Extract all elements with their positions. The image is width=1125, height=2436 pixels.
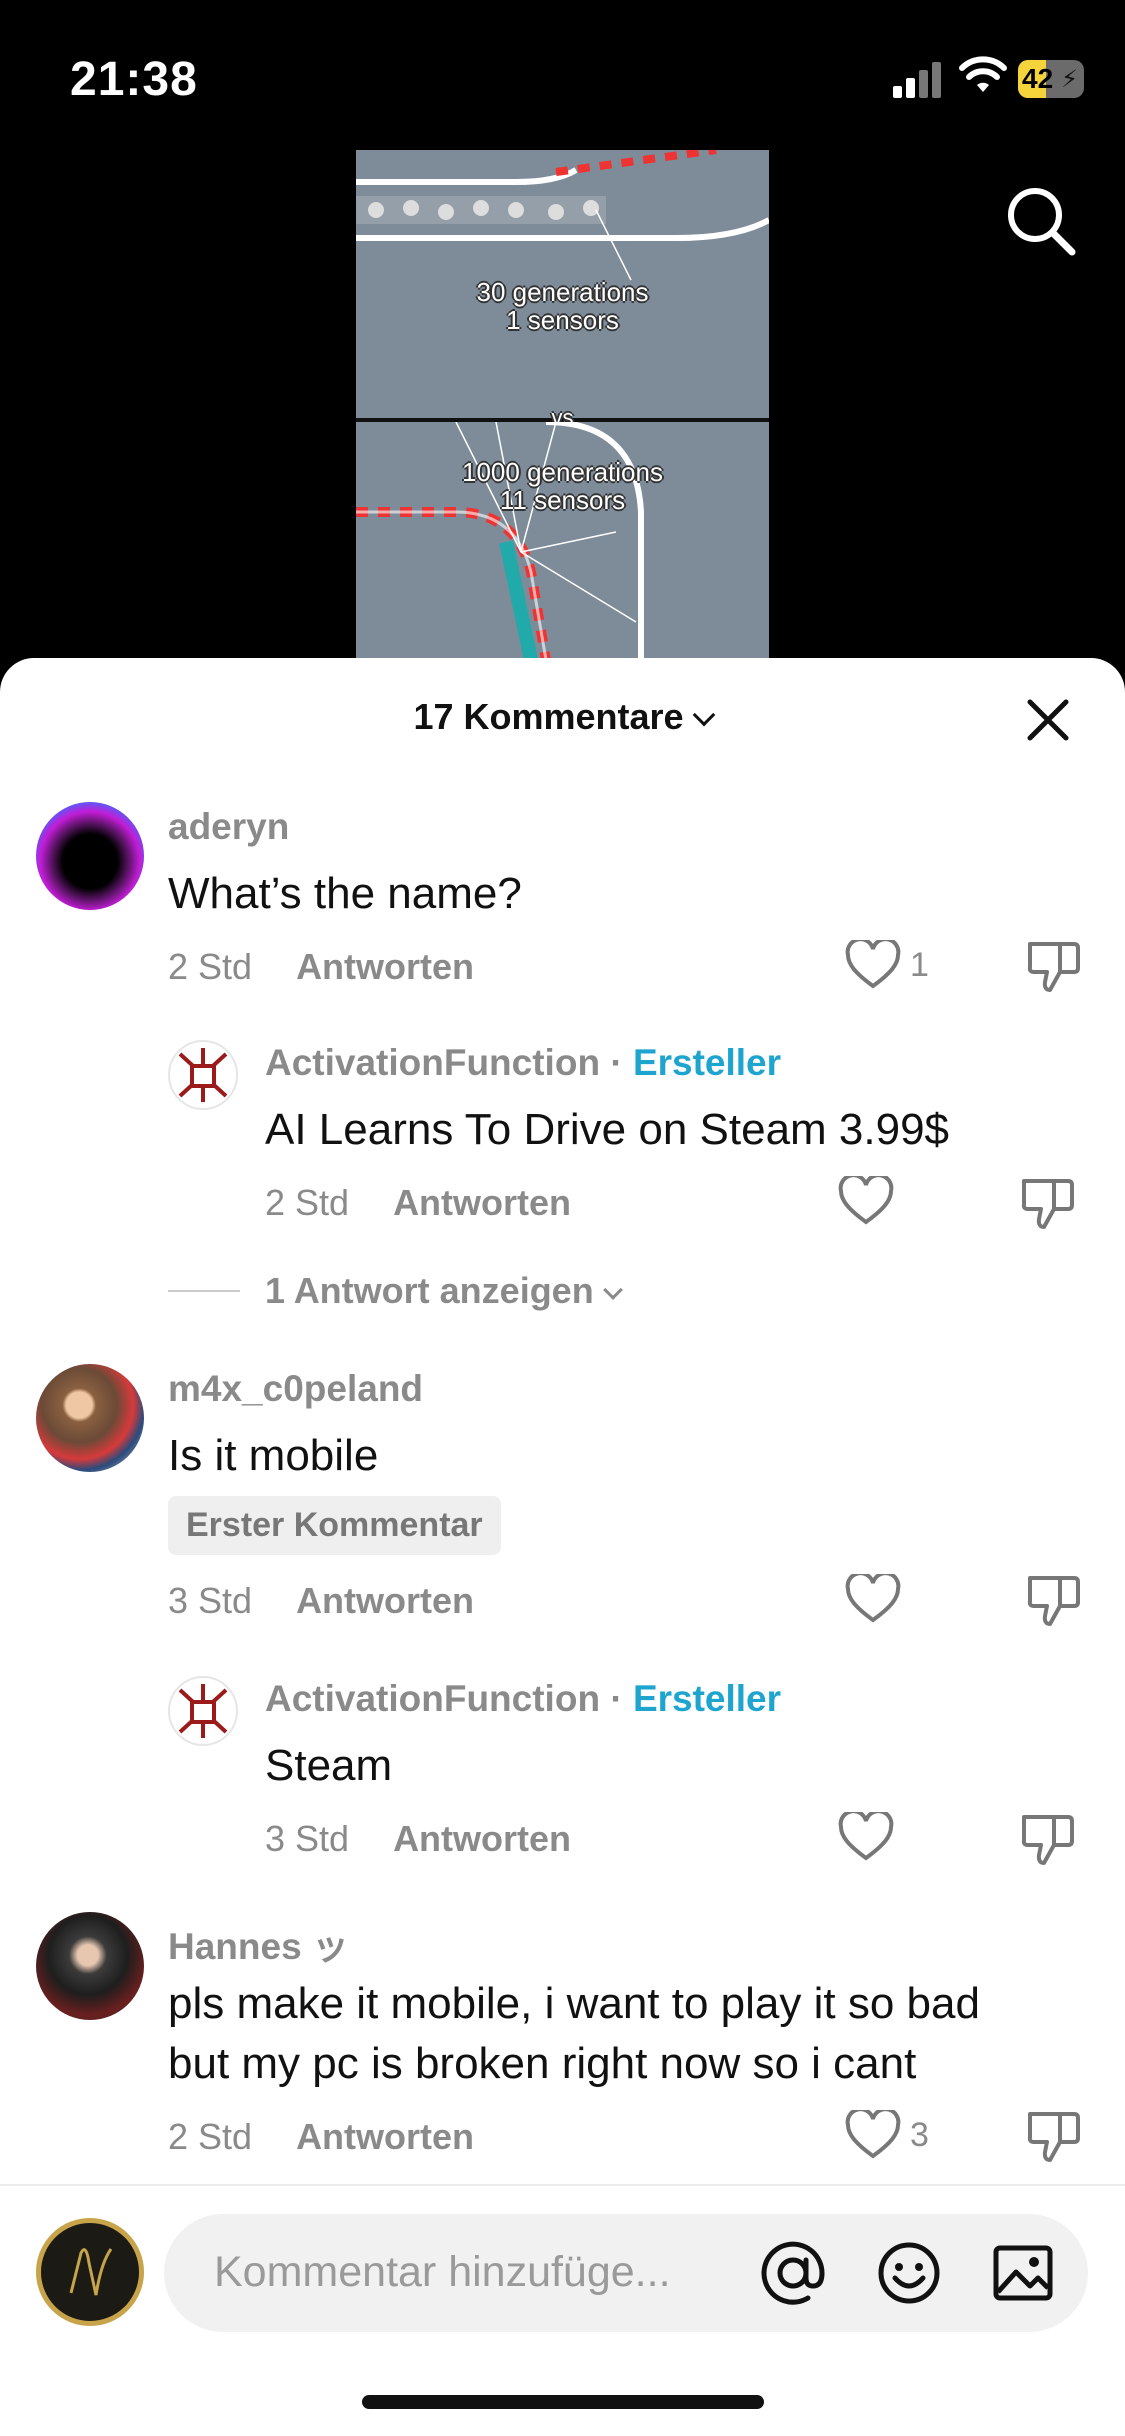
bottom-label-generations: 1000 generations [462, 457, 663, 487]
video-bottom-half: 1000 generations 11 sensors [356, 419, 769, 660]
reply-button[interactable]: Antworten [296, 2116, 474, 2157]
show-replies-text: 1 Antwort anzeigen [265, 1270, 594, 1311]
comment-time: 2 Std [168, 2116, 253, 2157]
comment-time: 3 Std [168, 1580, 253, 1621]
comment-meta: 2 Std Antworten [168, 2116, 474, 2158]
comment-time: 2 Std [265, 1182, 350, 1223]
dislike-icon[interactable] [1026, 938, 1082, 994]
first-comment-badge: Erster Kommentar [168, 1496, 501, 1555]
video-top-half: 30 generations 1 sensors [356, 150, 769, 418]
image-icon[interactable] [990, 2240, 1056, 2306]
comments-title: 17 Kommentare [413, 696, 684, 737]
top-label-generations: 30 generations [476, 277, 649, 307]
comment-input-placeholder: Kommentar hinzufüge... [214, 2248, 671, 2296]
robot-logo-icon [178, 1684, 228, 1738]
comment-text: AI Learns To Drive on Steam 3.99$ [265, 1105, 950, 1154]
comment-meta: 2 Std Antworten [168, 946, 474, 988]
dislike-icon[interactable] [1020, 1811, 1076, 1867]
heart-icon[interactable] [838, 1176, 894, 1226]
comment-text: What’s the name? [168, 869, 522, 918]
comment-text-line1: pls make it mobile, i want to play it so… [168, 1979, 980, 2028]
avatar[interactable] [168, 1040, 238, 1110]
dislike-icon[interactable] [1020, 1175, 1076, 1231]
reply-button[interactable]: Antworten [296, 946, 474, 987]
reply-button[interactable]: Antworten [393, 1818, 571, 1859]
heart-icon[interactable] [838, 1812, 894, 1862]
top-label-sensors: 1 sensors [506, 305, 619, 335]
chevron-down-icon [692, 703, 715, 727]
comment-text-line2: but my pc is broken right now so i cant [168, 2039, 917, 2088]
comments-count-header[interactable]: 17 Kommentare [0, 696, 1125, 738]
comment-time: 2 Std [168, 946, 253, 987]
comment-username[interactable]: ActivationFunction · Ersteller [265, 1042, 781, 1084]
creator-badge: Ersteller [632, 1678, 782, 1719]
emoji-icon[interactable] [876, 2240, 942, 2306]
close-icon[interactable] [1024, 696, 1072, 744]
separator: · [610, 1678, 623, 1719]
comment-text: Is it mobile [168, 1431, 379, 1480]
search-icon[interactable] [1002, 182, 1078, 258]
comment-time: 3 Std [265, 1818, 350, 1859]
home-indicator[interactable] [362, 2395, 764, 2409]
reply-button[interactable]: Antworten [393, 1182, 571, 1223]
dislike-icon[interactable] [1026, 2108, 1082, 2164]
status-bar: 21:38 42 ⚡ [0, 0, 1125, 150]
wifi-icon [959, 56, 1007, 92]
separator: · [610, 1042, 623, 1083]
like-count: 3 [910, 2116, 929, 2154]
username-text: ActivationFunction [265, 1042, 601, 1083]
battery-indicator: 42 ⚡ [1018, 60, 1084, 98]
mention-icon[interactable] [760, 2240, 826, 2306]
robot-logo-icon [178, 1048, 228, 1102]
reply-button[interactable]: Antworten [296, 1580, 474, 1621]
username-text: ActivationFunction [265, 1678, 601, 1719]
comment-meta: 3 Std Antworten [168, 1580, 474, 1622]
avatar[interactable] [36, 802, 144, 910]
divider-line [168, 1290, 240, 1292]
comment-meta: 2 Std Antworten [265, 1182, 571, 1224]
dislike-icon[interactable] [1026, 1572, 1082, 1628]
status-time: 21:38 [70, 53, 198, 106]
charging-bolt-icon: ⚡ [1061, 66, 1078, 93]
heart-icon[interactable] [845, 940, 901, 990]
my-avatar[interactable] [36, 2218, 144, 2326]
comment-meta: 3 Std Antworten [265, 1818, 571, 1860]
comment-username[interactable]: ActivationFunction · Ersteller [265, 1678, 781, 1720]
avatar[interactable] [36, 1364, 144, 1472]
creator-badge: Ersteller [632, 1042, 782, 1083]
video-preview[interactable]: 30 generations 1 sensors vs 1000 generat… [356, 150, 769, 660]
comment-input[interactable]: Kommentar hinzufüge... [164, 2214, 1088, 2332]
comment-username[interactable]: aderyn [168, 806, 289, 848]
signature-logo-icon [69, 2248, 113, 2296]
cellular-signal-icon [893, 60, 943, 98]
like-count: 1 [910, 946, 929, 984]
heart-icon[interactable] [845, 2110, 901, 2160]
avatar[interactable] [168, 1676, 238, 1746]
bottom-label-sensors: 11 sensors [499, 485, 626, 515]
battery-percentage: 42 [1022, 63, 1054, 94]
avatar[interactable] [36, 1912, 144, 2020]
show-replies-label: 1 Antwort anzeigen [265, 1270, 623, 1312]
comment-text: Steam [265, 1741, 393, 1790]
comment-username[interactable]: m4x_c0peland [168, 1368, 423, 1410]
chevron-down-icon [602, 1280, 623, 1300]
comment-username[interactable]: Hannes ッ [168, 1916, 349, 1970]
heart-icon[interactable] [845, 1574, 901, 1624]
